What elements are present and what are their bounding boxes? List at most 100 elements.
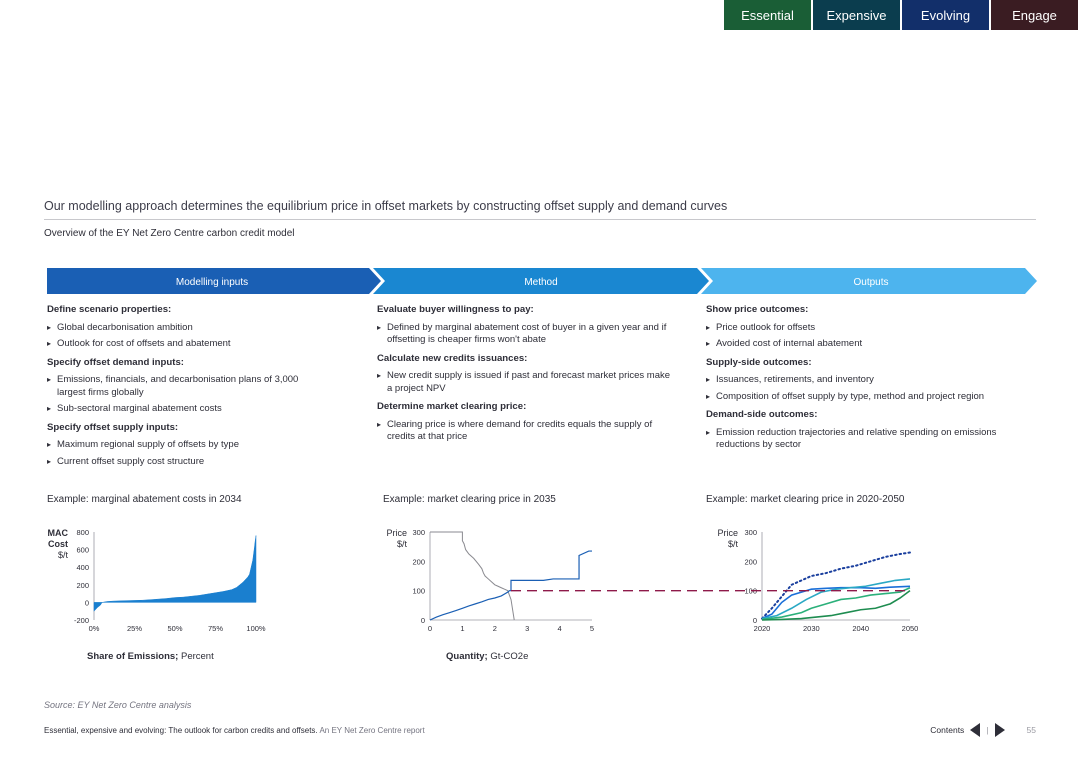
example-title-clearing-2035: Example: market clearing price in 2035 bbox=[383, 494, 556, 505]
x-axis-title-bold: Share of Emissions; bbox=[87, 651, 179, 662]
y-tick-label: 0 bbox=[85, 598, 89, 607]
price-series-line bbox=[761, 551, 911, 620]
list-item: Defined by marginal abatement cost of bu… bbox=[377, 322, 677, 347]
price-series-line bbox=[761, 585, 911, 620]
example-title-mac: Example: marginal abatement costs in 203… bbox=[47, 494, 242, 505]
section-title: Define scenario properties: bbox=[47, 304, 172, 315]
list-item: Composition of offset supply by type, me… bbox=[706, 391, 1026, 404]
top-nav: Essential Expensive Evolving Engage bbox=[724, 0, 1078, 30]
contents-link[interactable]: Contents bbox=[930, 725, 964, 735]
x-tick-label: 2040 bbox=[852, 624, 869, 633]
mac-x-axis-title: Share of Emissions; Percent bbox=[87, 651, 214, 662]
list-item: Emissions, financials, and decarbonisati… bbox=[47, 374, 317, 399]
mac-ylabel-line2: Cost bbox=[48, 539, 68, 549]
mac-chart: MAC Cost $/t 800 600 400 200 0 -2000% 25% 50% 75… bbox=[48, 528, 266, 633]
clearing-2035-chart: Price $/t 300 200 100 00 1 2 3 4 5 bbox=[386, 528, 594, 633]
x-tick-label: 0 bbox=[428, 624, 432, 633]
list-item: Maximum regional supply of offsets by ty… bbox=[47, 439, 317, 452]
x-axis-title-unit: Percent bbox=[178, 651, 214, 662]
y-tick-label: 100 bbox=[744, 587, 757, 596]
section-title: Supply-side outcomes: bbox=[706, 356, 812, 368]
list-item: Outlook for cost of offsets and abatemen… bbox=[47, 338, 317, 351]
demand-curve bbox=[430, 531, 515, 621]
tab-engage[interactable]: Engage bbox=[991, 0, 1078, 30]
mac-area bbox=[93, 535, 257, 612]
price-series-line bbox=[761, 578, 911, 620]
quantity-x-axis-title: Quantity; Gt-CO2e bbox=[446, 651, 528, 662]
heading-divider bbox=[44, 219, 1036, 220]
footer-report-subtitle: An EY Net Zero Centre report bbox=[317, 726, 425, 735]
list-item: New credit supply is issued if past and … bbox=[377, 370, 677, 395]
tab-expensive[interactable]: Expensive bbox=[813, 0, 900, 30]
tab-evolving[interactable]: Evolving bbox=[902, 0, 989, 30]
x-tick-label: 0% bbox=[89, 624, 100, 633]
list-item: Global decarbonisation ambition bbox=[47, 322, 317, 335]
list-item: Emission reduction trajectories and rela… bbox=[706, 427, 1026, 452]
next-page-icon[interactable] bbox=[994, 723, 1005, 737]
section-title: Show price outcomes: bbox=[706, 304, 809, 315]
clearing-2020-2050-chart: Price $/t 30020010002020 2030 2040 2050 bbox=[717, 528, 919, 633]
stage-label-inputs: Modelling inputs bbox=[176, 277, 248, 288]
x-tick-label: 2050 bbox=[902, 624, 919, 633]
pager: Contents | 55 bbox=[930, 723, 1036, 737]
list-item: Price outlook for offsets bbox=[706, 322, 1026, 335]
source-note: Source: EY Net Zero Centre analysis bbox=[44, 700, 192, 710]
c2-ylabel-line2: $/t bbox=[397, 539, 408, 549]
x-axis-title-unit: Gt-CO2e bbox=[487, 651, 529, 662]
list-item: Avoided cost of internal abatement bbox=[706, 338, 1026, 351]
page-heading: Our modelling approach determines the eq… bbox=[44, 199, 728, 213]
mac-ylabel-line1: MAC bbox=[48, 528, 69, 538]
mac-ylabel-line3: $/t bbox=[58, 550, 69, 560]
example-title-clearing-2020-2050: Example: market clearing price in 2020-2… bbox=[706, 494, 905, 505]
y-tick-label: 800 bbox=[76, 528, 89, 537]
x-tick-label: 3 bbox=[525, 624, 529, 633]
previous-page-icon[interactable] bbox=[970, 723, 981, 737]
y-tick-label: -200 bbox=[74, 616, 89, 625]
c2-ylabel-line1: Price bbox=[386, 528, 407, 538]
footer-report-title: Essential, expensive and evolving: The o… bbox=[44, 726, 318, 735]
y-tick-label: 200 bbox=[412, 557, 425, 566]
y-tick-label: 200 bbox=[76, 581, 89, 590]
stage-arrows: Modelling inputs Method Outputs bbox=[47, 268, 1037, 294]
stage-label-method: Method bbox=[524, 277, 557, 288]
section-title: Specify offset demand inputs: bbox=[47, 356, 184, 368]
x-tick-label: 75% bbox=[208, 624, 223, 633]
page-subheading: Overview of the EY Net Zero Centre carbo… bbox=[44, 228, 295, 239]
y-tick-label: 200 bbox=[744, 557, 757, 566]
x-tick-label: 25% bbox=[127, 624, 142, 633]
y-tick-label: 300 bbox=[744, 528, 757, 537]
x-tick-label: 1 bbox=[460, 624, 464, 633]
section-title: Calculate new credits issuances: bbox=[377, 352, 528, 364]
list-item: Current offset supply cost structure bbox=[47, 456, 317, 469]
y-tick-label: 100 bbox=[412, 587, 425, 596]
section-title: Evaluate buyer willingness to pay: bbox=[377, 304, 534, 315]
y-tick-label: 300 bbox=[412, 528, 425, 537]
list-item: Issuances, retirements, and inventory bbox=[706, 374, 1026, 387]
y-tick-label: 400 bbox=[76, 563, 89, 572]
column-inputs: Define scenario properties: Global decar… bbox=[47, 304, 317, 472]
x-tick-label: 5 bbox=[590, 624, 594, 633]
column-outputs: Show price outcomes: Price outlook for o… bbox=[706, 304, 1026, 456]
x-tick-label: 2020 bbox=[754, 624, 771, 633]
section-title: Specify offset supply inputs: bbox=[47, 421, 179, 433]
x-tick-label: 2 bbox=[493, 624, 497, 633]
section-title: Demand-side outcomes: bbox=[706, 409, 818, 420]
pager-separator: | bbox=[986, 725, 989, 735]
x-tick-label: 4 bbox=[558, 624, 562, 633]
x-axis-title-bold: Quantity; bbox=[446, 651, 488, 662]
section-title: Determine market clearing price: bbox=[377, 401, 527, 412]
x-tick-label: 50% bbox=[167, 624, 182, 633]
c3-ylabel-line2: $/t bbox=[728, 539, 739, 549]
list-item: Clearing price is where demand for credi… bbox=[377, 419, 677, 444]
c3-ylabel-line1: Price bbox=[717, 528, 738, 538]
x-tick-label: 2030 bbox=[803, 624, 820, 633]
footer-title: Essential, expensive and evolving: The o… bbox=[44, 726, 425, 735]
y-tick-label: 0 bbox=[421, 616, 425, 625]
stage-label-outputs: Outputs bbox=[853, 277, 888, 288]
supply-curve bbox=[429, 550, 592, 621]
list-item: Sub-sectoral marginal abatement costs bbox=[47, 403, 317, 416]
tab-essential[interactable]: Essential bbox=[724, 0, 811, 30]
y-tick-label: 600 bbox=[76, 546, 89, 555]
x-tick-label: 100% bbox=[246, 624, 266, 633]
column-method: Evaluate buyer willingness to pay: Defin… bbox=[377, 304, 677, 448]
